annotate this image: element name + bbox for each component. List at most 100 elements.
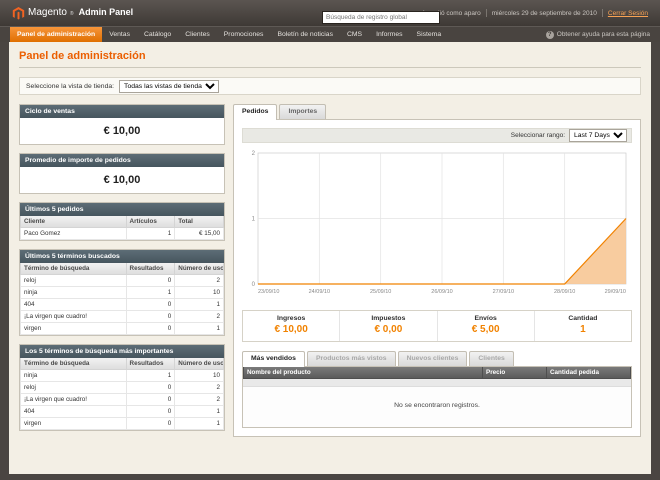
table-header-row: Término de búsquedaResultadosNúmero de u… — [21, 263, 224, 275]
stat-cantidad: Cantidad 1 — [534, 311, 631, 341]
nav-item-ventas[interactable]: Ventas — [102, 27, 137, 42]
nav-item-informes[interactable]: Informes — [369, 27, 409, 42]
top-header: Magento® Admin Panel Accedió como aparo … — [0, 0, 660, 26]
table-row: 40401 — [21, 406, 224, 418]
column-header: Total — [175, 216, 224, 228]
column-header: Término de búsqueda — [21, 263, 127, 275]
current-date: miércoles 29 de septiembre de 2010 — [492, 10, 597, 17]
stat-envíos: Envíos€ 5,00 — [437, 311, 534, 341]
lifetime-sales-value: € 10,00 — [20, 118, 224, 144]
stat-impuestos: Impuestos € 0,00 — [339, 311, 436, 341]
column-header: Término de búsqueda — [21, 358, 127, 370]
orders-tabs: PedidosImportes — [233, 104, 641, 119]
separator — [486, 9, 487, 17]
average-orders-panel: Promedio de importe de pedidos € 10,00 — [19, 153, 225, 194]
table-row: ninja110 — [21, 370, 224, 382]
stat-value: € 5,00 — [438, 324, 534, 335]
lifetime-sales-title: Ciclo de ventas — [20, 105, 224, 118]
table-cell: ninja — [21, 370, 127, 382]
table-cell: 0 — [126, 406, 175, 418]
grid-filter-strip — [243, 379, 631, 387]
average-orders-value: € 10,00 — [20, 167, 224, 193]
nav-item-clientes[interactable]: Clientes — [178, 27, 217, 42]
table-row: Paco Gomez1€ 15,00 — [21, 228, 224, 240]
table-cell: reloj — [21, 382, 127, 394]
range-selector-bar: Seleccionar rango: Last 7 Days — [242, 128, 632, 143]
table-cell: 10 — [175, 370, 224, 382]
column-header: Cliente — [21, 216, 127, 228]
stat-value: € 0,00 — [340, 324, 436, 335]
column-header: Precio — [483, 367, 547, 379]
global-search — [322, 6, 440, 24]
table-cell: € 15,00 — [175, 228, 224, 240]
nav-item-sistema[interactable]: Sistema — [410, 27, 449, 42]
stat-value: € 10,00 — [243, 324, 339, 335]
nav-item-cms[interactable]: CMS — [340, 27, 369, 42]
table-row: reloj02 — [21, 275, 224, 287]
table-cell: 2 — [175, 382, 224, 394]
table-cell: 0 — [126, 323, 175, 335]
lifetime-sales-panel: Ciclo de ventas € 10,00 — [19, 104, 225, 145]
nav-item-promociones[interactable]: Promociones — [217, 27, 271, 42]
empty-records-message: No se encontraron registros. — [243, 387, 631, 427]
table-header-row: Nombre del productoPrecioCantidad pedida — [244, 367, 631, 379]
top-search-panel: Los 5 términos de búsqueda más important… — [19, 344, 225, 431]
nav-menu: Panel de administraciónVentasCatálogoCli… — [10, 27, 448, 42]
tab-pedidos[interactable]: Pedidos — [233, 104, 277, 120]
tab-nuevos-clientes[interactable]: Nuevos clientes — [398, 351, 468, 366]
table-cell: 0 — [126, 275, 175, 287]
stat-label: Cantidad — [535, 315, 631, 322]
table-cell: 1 — [126, 228, 175, 240]
nav-item-panel-de-administración[interactable]: Panel de administración — [10, 27, 102, 42]
table-cell: 0 — [126, 299, 175, 311]
table-cell: ninja — [21, 287, 127, 299]
column-header: Número de usos — [175, 358, 224, 370]
table-cell: 10 — [175, 287, 224, 299]
top-search-table: Término de búsquedaResultadosNúmero de u… — [20, 358, 224, 430]
average-orders-title: Promedio de importe de pedidos — [20, 154, 224, 167]
table-cell: 0 — [126, 382, 175, 394]
table-cell: 2 — [175, 275, 224, 287]
range-select[interactable]: Last 7 Days — [569, 129, 627, 142]
table-row: virgen01 — [21, 418, 224, 430]
table-cell: 1 — [175, 299, 224, 311]
logout-link[interactable]: Cerrar Sesión — [608, 10, 648, 17]
tab-productos-más-vistos[interactable]: Productos más vistos — [307, 351, 396, 366]
tab-clientes[interactable]: Clientes — [469, 351, 513, 366]
bottom-tabs: Más vendidosProductos más vistosNuevos c… — [242, 351, 632, 366]
stat-value: 1 — [535, 324, 631, 335]
last-search-panel: Últimos 5 términos buscados Término de b… — [19, 249, 225, 336]
tab-importes[interactable]: Importes — [279, 104, 326, 119]
table-cell: virgen — [21, 323, 127, 335]
top-search-title: Los 5 términos de búsqueda más important… — [20, 345, 224, 358]
store-view-label: Seleccione la vista de tienda: — [26, 83, 114, 90]
global-search-input[interactable] — [322, 11, 440, 24]
nav-item-catálogo[interactable]: Catálogo — [137, 27, 178, 42]
table-cell: 404 — [21, 406, 127, 418]
svg-text:28/09/10: 28/09/10 — [554, 289, 575, 295]
dashboard-left-column: Ciclo de ventas € 10,00 Promedio de impo… — [19, 104, 225, 439]
magento-m-icon — [12, 7, 25, 20]
store-view-switcher: Seleccione la vista de tienda: Todas las… — [19, 77, 641, 95]
separator — [602, 9, 603, 17]
table-row: ninja110 — [21, 287, 224, 299]
registered-mark: ® — [70, 11, 74, 17]
stat-label: Impuestos — [340, 315, 436, 322]
column-header: Resultados — [126, 263, 175, 275]
nav-item-boletín-de-noticias[interactable]: Boletín de noticias — [270, 27, 340, 42]
table-cell: 1 — [175, 418, 224, 430]
products-panel: Nombre del productoPrecioCantidad pedida… — [242, 366, 632, 428]
column-header: Nombre del producto — [244, 367, 483, 379]
page-help-link[interactable]: ? Obtener ayuda para esta página — [546, 27, 650, 42]
header-meta: Accedió como aparo miércoles 29 de septi… — [421, 9, 648, 17]
column-header: Cantidad pedida — [547, 367, 631, 379]
last-orders-title: Últimos 5 pedidos — [20, 203, 224, 216]
tab-más-vendidos[interactable]: Más vendidos — [242, 351, 305, 367]
last-search-table: Término de búsquedaResultadosNúmero de u… — [20, 263, 224, 335]
store-view-select[interactable]: Todas las vistas de tienda — [119, 80, 219, 93]
svg-text:26/09/10: 26/09/10 — [431, 289, 452, 295]
table-cell: 2 — [175, 311, 224, 323]
table-row: ¡La virgen que cuadro!02 — [21, 394, 224, 406]
table-cell: 0 — [126, 394, 175, 406]
svg-text:2: 2 — [252, 151, 256, 157]
